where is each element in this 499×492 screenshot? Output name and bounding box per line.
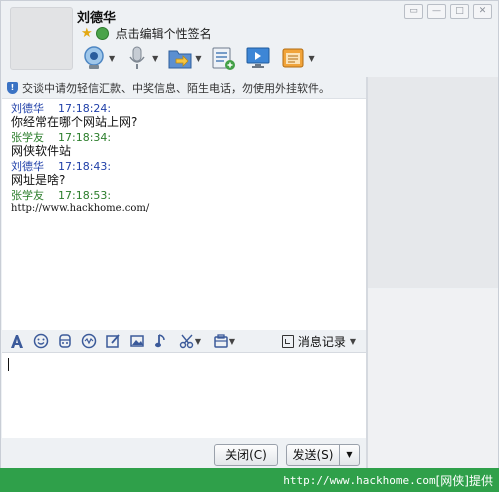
history-icon <box>281 334 294 348</box>
message-header: 刘德华 17:18:24: <box>2 103 366 115</box>
text-cursor <box>8 358 9 371</box>
send-options-button[interactable]: ▼ <box>339 444 360 466</box>
message-time: 17:18:43: <box>58 160 112 173</box>
contact-name: 刘德华 <box>77 11 117 26</box>
screen-share-icon <box>245 45 271 71</box>
message-text: 网址是啥? <box>11 173 66 187</box>
window-controls: ▭ — □ ✕ <box>404 4 492 19</box>
avatar[interactable] <box>10 7 73 70</box>
message-item: 张学友 17:18:34: 网侠软件站 <box>2 132 366 159</box>
shield-icon: ! <box>7 82 18 94</box>
voice-call-button[interactable]: ▼ <box>124 45 158 71</box>
file-transfer-button[interactable]: ▼ <box>167 45 201 71</box>
screenshot-scissors-icon[interactable]: ▼ <box>177 333 203 349</box>
send-button[interactable]: 发送(S) <box>286 444 340 466</box>
sender-name: 张学友 <box>11 131 44 144</box>
magic-face-icon[interactable] <box>57 333 73 349</box>
chevron-down-icon[interactable]: ▼ <box>195 337 201 346</box>
sender-name: 刘德华 <box>11 102 44 115</box>
image-icon[interactable] <box>129 333 145 349</box>
signature-row: ★ 点击编辑个性签名 <box>81 25 212 42</box>
message-link[interactable]: http://www.hackhome.com/ <box>2 202 366 216</box>
mini-mode-button[interactable]: ▭ <box>404 4 423 19</box>
star-icon: ★ <box>81 26 93 41</box>
chevron-down-icon[interactable]: ▼ <box>229 337 235 346</box>
security-notice: ! 交谈中请勿轻信汇款、中奖信息、陌生电话，勿使用外挂软件。 <box>7 79 365 97</box>
emoji-icon[interactable] <box>33 333 49 349</box>
app-menu-icon[interactable]: ▼ <box>211 333 237 349</box>
history-button[interactable]: 消息记录 ▼ <box>281 333 356 350</box>
message-header: 张学友 17:18:34: <box>2 132 366 144</box>
chevron-down-icon[interactable]: ▼ <box>152 54 158 63</box>
message-list[interactable]: 刘德华 17:18:24: 你经常在哪个网站上网? 张学友 17:18:34: 网侠… <box>2 98 366 331</box>
notice-text: 交谈中请勿轻信汇款、中奖信息、陌生电话，勿使用外挂软件。 <box>22 82 330 95</box>
chevron-down-icon[interactable]: ▼ <box>195 54 201 63</box>
status-icon <box>95 27 109 40</box>
vibrate-icon[interactable] <box>81 333 97 349</box>
app-box-icon <box>280 45 306 71</box>
maximize-button[interactable]: □ <box>450 4 469 19</box>
close-button[interactable]: 关闭(C) <box>214 444 278 466</box>
chat-header: 刘德华 ★ 点击编辑个性签名 ▭ — □ ✕ ▼ ▼ ▼ ▼ <box>1 1 498 77</box>
format-toolbar: ▼ ▼ 消息记录 ▼ <box>2 330 366 352</box>
chat-toolbar: ▼ ▼ ▼ ▼ <box>81 43 315 73</box>
message-input[interactable] <box>2 352 366 439</box>
history-label: 消息记录 <box>297 334 346 349</box>
side-panel-bottom <box>368 289 498 469</box>
message-text: 网侠软件站 <box>11 144 72 158</box>
message-item: 刘德华 17:18:24: 你经常在哪个网站上网? <box>2 103 366 130</box>
side-panel-top <box>368 77 498 288</box>
font-icon[interactable] <box>9 333 25 349</box>
signature-text[interactable]: 点击编辑个性签名 <box>116 25 212 42</box>
apps-button[interactable]: ▼ <box>280 45 315 71</box>
watermark-suffix: [网侠]提供 <box>435 473 493 488</box>
video-camera-icon <box>81 45 107 71</box>
music-icon[interactable] <box>153 333 169 349</box>
minimize-button[interactable]: — <box>427 4 446 19</box>
send-file-button[interactable] <box>210 45 236 71</box>
handwrite-icon[interactable] <box>105 333 121 349</box>
message-item: 张学友 17:18:53: http://www.hackhome.com/ <box>2 190 366 216</box>
message-time: 17:18:24: <box>58 102 112 115</box>
remote-desktop-button[interactable] <box>245 45 271 71</box>
microphone-icon <box>124 45 150 71</box>
folder-transfer-icon <box>167 45 193 71</box>
action-bar: 关闭(C) 发送(S) ▼ <box>2 438 366 468</box>
file-list-icon <box>210 45 236 71</box>
message-item: 刘德华 17:18:43: 网址是啥? <box>2 161 366 188</box>
video-call-button[interactable]: ▼ <box>81 45 115 71</box>
message-text: 你经常在哪个网站上网? <box>11 115 138 129</box>
message-header: 刘德华 17:18:43: <box>2 161 366 173</box>
message-time: 17:18:34: <box>58 131 112 144</box>
chat-window: 刘德华 ★ 点击编辑个性签名 ▭ — □ ✕ ▼ ▼ ▼ ▼ ! 交谈中请勿轻信… <box>0 0 499 470</box>
sender-name: 刘德华 <box>11 160 44 173</box>
message-time: 17:18:53: <box>58 189 112 202</box>
sender-name: 张学友 <box>11 189 44 202</box>
chevron-down-icon[interactable]: ▼ <box>308 54 314 63</box>
message-header: 张学友 17:18:53: <box>2 190 366 202</box>
chevron-down-icon[interactable]: ▼ <box>109 54 115 63</box>
format-icons: ▼ ▼ <box>9 333 237 349</box>
chevron-down-icon: ▼ <box>349 336 356 346</box>
close-window-button[interactable]: ✕ <box>473 4 492 19</box>
watermark-url: http://www.hackhome.com <box>283 473 436 487</box>
watermark-bar: http://www.hackhome.com [网侠]提供 <box>0 468 499 492</box>
